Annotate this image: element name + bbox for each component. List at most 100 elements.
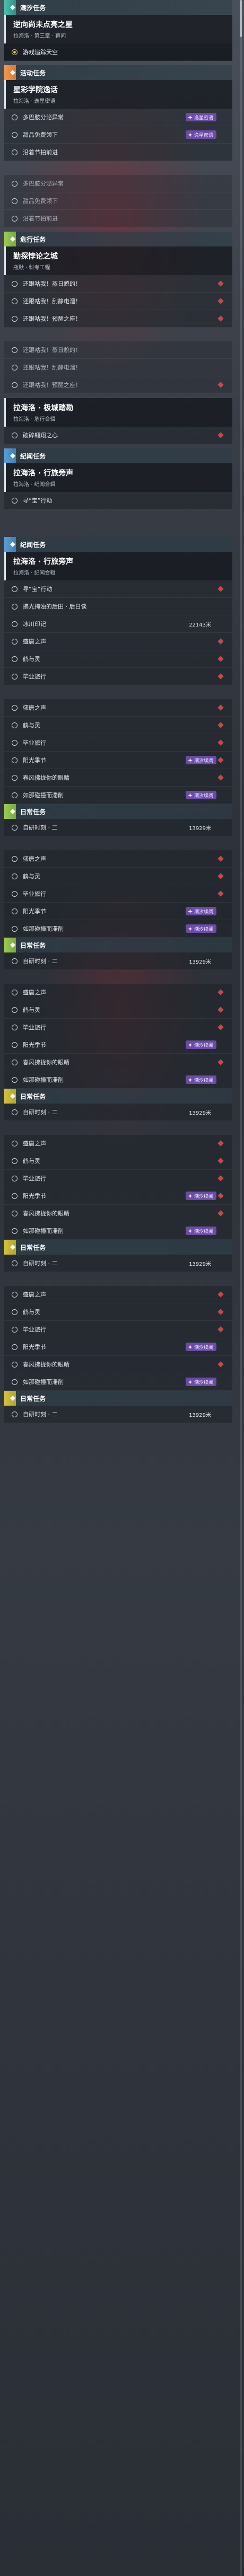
- quest-category-header[interactable]: 活动任务: [4, 65, 232, 80]
- quest-objective-row[interactable]: 阳光季节 潮汐续阅: [4, 752, 232, 769]
- quest-objective-row[interactable]: 甜品免费领下: [4, 192, 232, 210]
- quest-objective-row[interactable]: 毕业旅行: [4, 1170, 232, 1187]
- quest-objective-row[interactable]: 鹤与灵: [4, 868, 232, 885]
- quest-objective-row[interactable]: 阳光季节 潮汐续阅: [4, 903, 232, 920]
- quest-objective-row[interactable]: 自研时刻 · 二 13929米: [4, 952, 232, 970]
- quest-objective-row[interactable]: 鹤与灵: [4, 1152, 232, 1170]
- quest-objective-row[interactable]: 自研时刻 · 二 13929米: [4, 1406, 232, 1423]
- quest-objective-row[interactable]: 盛唐之声: [4, 633, 232, 650]
- quest-objective-row[interactable]: 冰川印记 22143米: [4, 615, 232, 633]
- quest-objective-row[interactable]: 鹤与灵: [4, 717, 232, 734]
- quest-objective-row[interactable]: 自研时刻 · 二 13929米: [4, 1255, 232, 1272]
- quest-objective-row[interactable]: 自研时刻 · 二 13929米: [4, 819, 232, 836]
- quest-objective-row[interactable]: 如那碰撞而滞削 潮汐续阅: [4, 1222, 232, 1240]
- scrollbar-thumb[interactable]: [240, 0, 242, 37]
- waypoint-diamond-icon[interactable]: [217, 1193, 224, 1199]
- waypoint-diamond-icon[interactable]: [217, 757, 224, 763]
- quest-objective-row[interactable]: 还跟咕我！预醒之座！: [4, 376, 232, 394]
- waypoint-diamond-icon[interactable]: [217, 704, 224, 711]
- waypoint-diamond-icon[interactable]: [217, 298, 224, 304]
- quest-objective-row[interactable]: 盛唐之声: [4, 984, 232, 1001]
- waypoint-diamond-icon[interactable]: [217, 722, 224, 728]
- quest-objective-row[interactable]: 如那碰撞而滞削 潮汐续阅: [4, 1373, 232, 1391]
- waypoint-diamond-icon[interactable]: [217, 774, 224, 781]
- waypoint-diamond-icon[interactable]: [217, 638, 224, 645]
- quest-category-header[interactable]: 纪闻任务: [4, 448, 232, 463]
- quest-objective-row[interactable]: 游戏追踪天空: [4, 43, 232, 61]
- quest-objective-row[interactable]: 毕业旅行: [4, 734, 232, 752]
- quest-category-header[interactable]: 日常任务: [4, 804, 232, 819]
- quest-category-header[interactable]: 日常任务: [4, 1391, 232, 1406]
- waypoint-diamond-icon[interactable]: [217, 989, 224, 995]
- quest-objective-row[interactable]: 如那碰撞而滞削 潮汐续阅: [4, 787, 232, 804]
- waypoint-diamond-icon[interactable]: [217, 1210, 224, 1216]
- quest-objective-row[interactable]: 鹤与灵: [4, 1303, 232, 1321]
- quest-objective-row[interactable]: 寻“宝”行动: [4, 580, 232, 598]
- quest-objective-row[interactable]: 毕业旅行: [4, 1019, 232, 1036]
- quest-objective-row[interactable]: 多巴胺分泌异常 逸星密语: [4, 109, 232, 126]
- quest-objective-row[interactable]: 沿着节拍前进: [4, 144, 232, 161]
- waypoint-diamond-icon[interactable]: [217, 586, 224, 592]
- quest-category-header[interactable]: 日常任务: [4, 1089, 232, 1104]
- quest-category-header[interactable]: 日常任务: [4, 1240, 232, 1255]
- waypoint-diamond-icon[interactable]: [217, 1309, 224, 1315]
- waypoint-diamond-icon[interactable]: [217, 673, 224, 680]
- quest-objective-row[interactable]: 毕业旅行: [4, 1321, 232, 1338]
- quest-objective-row[interactable]: 还跟咕我！预醒之座！: [4, 310, 232, 328]
- quest-objective-row[interactable]: 还跟咕我！蒸日貌的！: [4, 341, 232, 359]
- waypoint-diamond-icon[interactable]: [217, 315, 224, 322]
- waypoint-diamond-icon[interactable]: [217, 873, 224, 879]
- quest-objective-row[interactable]: 盛唐之声: [4, 699, 232, 717]
- waypoint-diamond-icon[interactable]: [217, 1326, 224, 1333]
- quest-objective-row[interactable]: 毕业旅行: [4, 885, 232, 903]
- waypoint-diamond-icon[interactable]: [217, 1059, 224, 1065]
- waypoint-diamond-icon[interactable]: [217, 1024, 224, 1030]
- quest-objective-row[interactable]: 还跟咕我！蒸日貌的！: [4, 275, 232, 293]
- quest-category-header[interactable]: 危行任务: [4, 232, 232, 246]
- quest-title-block[interactable]: 拉海洛 · 行旅旁声 拉海洛 · 纪闻合辑: [4, 552, 232, 580]
- quest-objective-row[interactable]: 春风拂拢你的眼睛: [4, 1054, 232, 1071]
- quest-objective-row[interactable]: 鹤与灵: [4, 650, 232, 668]
- quest-objective-row[interactable]: 如那碰撞而滞削 潮汐续阅: [4, 1071, 232, 1089]
- waypoint-diamond-icon[interactable]: [217, 1007, 224, 1013]
- waypoint-diamond-icon[interactable]: [217, 1175, 224, 1181]
- quest-objective-row[interactable]: 沿着节拍前进: [4, 210, 232, 227]
- waypoint-diamond-icon[interactable]: [217, 432, 224, 438]
- waypoint-diamond-icon[interactable]: [217, 1140, 224, 1146]
- quest-objective-row[interactable]: 春风拂拢你的眼睛: [4, 1205, 232, 1222]
- quest-category-header[interactable]: 潮汐任务: [4, 0, 232, 15]
- quest-objective-row[interactable]: 盛唐之声: [4, 1286, 232, 1303]
- quest-category-header[interactable]: 纪闻任务: [4, 537, 232, 552]
- quest-title-block[interactable]: 星彩学院逸话 拉海洛 · 逸星密语: [4, 80, 232, 109]
- quest-objective-row[interactable]: 春风拂拢你的眼睛: [4, 769, 232, 787]
- waypoint-diamond-icon[interactable]: [217, 656, 224, 662]
- waypoint-diamond-icon[interactable]: [217, 739, 224, 746]
- waypoint-diamond-icon[interactable]: [217, 1291, 224, 1298]
- quest-objective-row[interactable]: 破碎翱翔之心: [4, 427, 232, 444]
- quest-objective-row[interactable]: 多巴胺分泌异常: [4, 175, 232, 192]
- quest-objective-row[interactable]: 还跟咕我！刮静电溜！: [4, 359, 232, 376]
- quest-title-block[interactable]: 拉海洛 · 行旅旁声 拉海洛 · 纪闻合辑: [4, 463, 232, 492]
- quest-objective-row[interactable]: 春风拂拢你的眼睛: [4, 1356, 232, 1373]
- quest-objective-row[interactable]: 还跟咕我！刮静电溜！: [4, 293, 232, 310]
- waypoint-diamond-icon[interactable]: [217, 382, 224, 388]
- quest-objective-row[interactable]: 寻“宝”行动: [4, 492, 232, 509]
- quest-title-block[interactable]: 逆向尚未点亮之星 拉海洛 · 第三章 · 幕间: [4, 15, 232, 43]
- waypoint-diamond-icon[interactable]: [217, 280, 224, 287]
- waypoint-diamond-icon[interactable]: [217, 1158, 224, 1164]
- waypoint-diamond-icon[interactable]: [217, 855, 224, 862]
- quest-objective-row[interactable]: 自研时刻 · 二 13929米: [4, 1104, 232, 1121]
- quest-objective-row[interactable]: 拂光掩浊的后田 · 后日谈: [4, 598, 232, 615]
- quest-objective-row[interactable]: 阳光季节 潮汐续阅: [4, 1187, 232, 1205]
- quest-objective-row[interactable]: 阳光季节 潮汐续阅: [4, 1338, 232, 1356]
- quest-objective-row[interactable]: 鹤与灵: [4, 1001, 232, 1019]
- quest-objective-row[interactable]: 盛唐之声: [4, 1135, 232, 1152]
- quest-objective-row[interactable]: 阳光季节 潮汐续阅: [4, 1036, 232, 1054]
- waypoint-diamond-icon[interactable]: [217, 890, 224, 897]
- waypoint-diamond-icon[interactable]: [217, 1361, 224, 1368]
- quest-title-block[interactable]: 拉海洛 · 极城踏勘 拉海洛 · 危行合辑: [4, 398, 232, 427]
- quest-objective-row[interactable]: 毕业旅行: [4, 668, 232, 685]
- quest-objective-row[interactable]: 甜品免费领下 逸星密语: [4, 126, 232, 144]
- scrollbar[interactable]: [240, 0, 242, 2576]
- quest-objective-row[interactable]: 盛唐之声: [4, 850, 232, 868]
